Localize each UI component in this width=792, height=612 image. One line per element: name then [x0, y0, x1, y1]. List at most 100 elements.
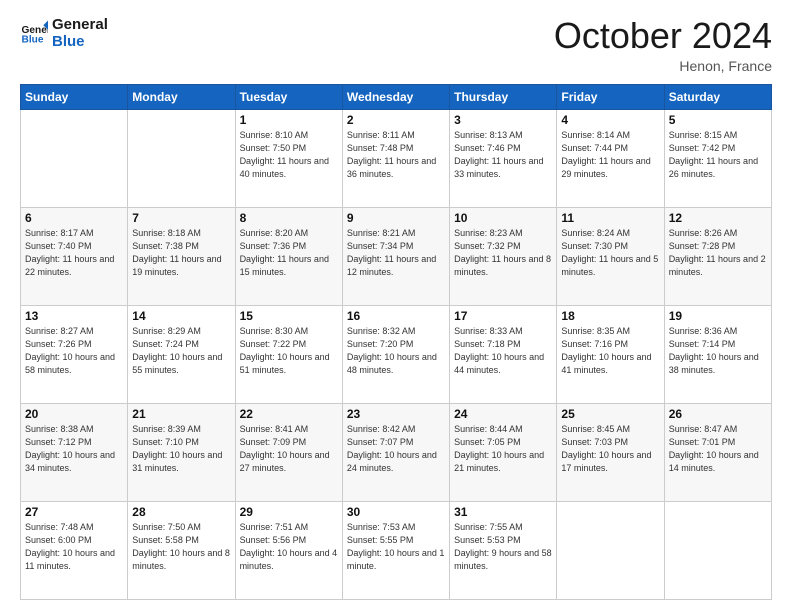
- day-info: Sunrise: 8:10 AM Sunset: 7:50 PM Dayligh…: [240, 129, 338, 181]
- header: General Blue General Blue October 2024 H…: [20, 16, 772, 74]
- calendar-day-cell: 24Sunrise: 8:44 AM Sunset: 7:05 PM Dayli…: [450, 403, 557, 501]
- calendar-week-row: 20 Sunrise: 8:38 AM Sunset: 7:12 PM Dayli…: [21, 403, 772, 501]
- day-number: 13: [25, 309, 123, 323]
- day-info: Sunrise: 8:41 AM Sunset: 7:09 PM Dayligh…: [240, 423, 338, 475]
- calendar-day-cell: 1 Sunrise: 8:10 AM Sunset: 7:50 PM Daylig…: [235, 109, 342, 207]
- svg-text:Blue: Blue: [22, 35, 44, 46]
- calendar-day-cell: 14 Sunrise: 8:29 AM Sunset: 7:24 PM Dayli…: [128, 305, 235, 403]
- calendar-day-cell: 4Sunrise: 8:14 AM Sunset: 7:44 PM Daylig…: [557, 109, 664, 207]
- day-info: Sunrise: 8:39 AM Sunset: 7:10 PM Dayligh…: [132, 423, 230, 475]
- calendar-day-cell: 27 Sunrise: 7:48 AM Sunset: 6:00 PM Dayli…: [21, 501, 128, 599]
- day-info: Sunrise: 8:32 AM Sunset: 7:20 PM Dayligh…: [347, 325, 445, 377]
- calendar-day-cell: 21 Sunrise: 8:39 AM Sunset: 7:10 PM Dayli…: [128, 403, 235, 501]
- day-info: Sunrise: 8:35 AM Sunset: 7:16 PM Dayligh…: [561, 325, 659, 377]
- day-info: Sunrise: 8:26 AM Sunset: 7:28 PM Dayligh…: [669, 227, 767, 279]
- calendar-day-cell: 5 Sunrise: 8:15 AM Sunset: 7:42 PM Daylig…: [664, 109, 771, 207]
- calendar-day-cell: 2 Sunrise: 8:11 AM Sunset: 7:48 PM Daylig…: [342, 109, 449, 207]
- day-number: 2: [347, 113, 445, 127]
- day-number: 27: [25, 505, 123, 519]
- calendar-day-cell: 15 Sunrise: 8:30 AM Sunset: 7:22 PM Dayli…: [235, 305, 342, 403]
- day-number: 15: [240, 309, 338, 323]
- calendar-day-cell: [557, 501, 664, 599]
- calendar-day-cell: 11 Sunrise: 8:24 AM Sunset: 7:30 PM Dayli…: [557, 207, 664, 305]
- location: Henon, France: [554, 58, 772, 74]
- calendar-day-cell: 20 Sunrise: 8:38 AM Sunset: 7:12 PM Dayli…: [21, 403, 128, 501]
- day-number: 1: [240, 113, 338, 127]
- day-number: 14: [132, 309, 230, 323]
- day-info: Sunrise: 8:11 AM Sunset: 7:48 PM Dayligh…: [347, 129, 445, 181]
- logo-general-text: General: [52, 16, 108, 33]
- calendar-day-cell: 16 Sunrise: 8:32 AM Sunset: 7:20 PM Dayli…: [342, 305, 449, 403]
- logo: General Blue General Blue: [20, 16, 108, 51]
- day-info: Sunrise: 8:47 AM Sunset: 7:01 PM Dayligh…: [669, 423, 767, 475]
- calendar-week-row: 1 Sunrise: 8:10 AM Sunset: 7:50 PM Daylig…: [21, 109, 772, 207]
- day-info: Sunrise: 8:45 AM Sunset: 7:03 PM Dayligh…: [561, 423, 659, 475]
- day-number: 6: [25, 211, 123, 225]
- logo-blue-text: Blue: [52, 33, 108, 50]
- calendar-day-cell: 31Sunrise: 7:55 AM Sunset: 5:53 PM Dayli…: [450, 501, 557, 599]
- calendar-day-cell: 18Sunrise: 8:35 AM Sunset: 7:16 PM Dayli…: [557, 305, 664, 403]
- calendar-day-cell: 13Sunrise: 8:27 AM Sunset: 7:26 PM Dayli…: [21, 305, 128, 403]
- col-monday: Monday: [128, 84, 235, 109]
- day-number: 20: [25, 407, 123, 421]
- day-number: 16: [347, 309, 445, 323]
- day-info: Sunrise: 8:20 AM Sunset: 7:36 PM Dayligh…: [240, 227, 338, 279]
- calendar-day-cell: [664, 501, 771, 599]
- day-number: 31: [454, 505, 552, 519]
- day-number: 30: [347, 505, 445, 519]
- calendar-header-row: Sunday Monday Tuesday Wednesday Thursday…: [21, 84, 772, 109]
- day-info: Sunrise: 8:21 AM Sunset: 7:34 PM Dayligh…: [347, 227, 445, 279]
- day-info: Sunrise: 8:13 AM Sunset: 7:46 PM Dayligh…: [454, 129, 552, 181]
- day-number: 21: [132, 407, 230, 421]
- month-title: October 2024: [554, 16, 772, 56]
- day-number: 19: [669, 309, 767, 323]
- calendar-day-cell: 26 Sunrise: 8:47 AM Sunset: 7:01 PM Dayli…: [664, 403, 771, 501]
- day-info: Sunrise: 8:33 AM Sunset: 7:18 PM Dayligh…: [454, 325, 552, 377]
- calendar-day-cell: 7Sunrise: 8:18 AM Sunset: 7:38 PM Daylig…: [128, 207, 235, 305]
- day-number: 26: [669, 407, 767, 421]
- day-info: Sunrise: 8:23 AM Sunset: 7:32 PM Dayligh…: [454, 227, 552, 279]
- calendar-day-cell: [21, 109, 128, 207]
- calendar-day-cell: 29 Sunrise: 7:51 AM Sunset: 5:56 PM Dayli…: [235, 501, 342, 599]
- day-info: Sunrise: 8:36 AM Sunset: 7:14 PM Dayligh…: [669, 325, 767, 377]
- day-info: Sunrise: 8:24 AM Sunset: 7:30 PM Dayligh…: [561, 227, 659, 279]
- day-info: Sunrise: 8:17 AM Sunset: 7:40 PM Dayligh…: [25, 227, 123, 279]
- calendar-day-cell: 19 Sunrise: 8:36 AM Sunset: 7:14 PM Dayli…: [664, 305, 771, 403]
- day-number: 22: [240, 407, 338, 421]
- calendar-day-cell: 25 Sunrise: 8:45 AM Sunset: 7:03 PM Dayli…: [557, 403, 664, 501]
- calendar-day-cell: 22 Sunrise: 8:41 AM Sunset: 7:09 PM Dayli…: [235, 403, 342, 501]
- calendar-day-cell: 23 Sunrise: 8:42 AM Sunset: 7:07 PM Dayli…: [342, 403, 449, 501]
- calendar-day-cell: 28Sunrise: 7:50 AM Sunset: 5:58 PM Dayli…: [128, 501, 235, 599]
- day-info: Sunrise: 8:42 AM Sunset: 7:07 PM Dayligh…: [347, 423, 445, 475]
- day-number: 4: [561, 113, 659, 127]
- col-sunday: Sunday: [21, 84, 128, 109]
- day-info: Sunrise: 7:48 AM Sunset: 6:00 PM Dayligh…: [25, 521, 123, 573]
- day-number: 11: [561, 211, 659, 225]
- calendar-day-cell: 10 Sunrise: 8:23 AM Sunset: 7:32 PM Dayli…: [450, 207, 557, 305]
- day-number: 23: [347, 407, 445, 421]
- day-info: Sunrise: 8:29 AM Sunset: 7:24 PM Dayligh…: [132, 325, 230, 377]
- col-thursday: Thursday: [450, 84, 557, 109]
- day-number: 9: [347, 211, 445, 225]
- day-info: Sunrise: 8:15 AM Sunset: 7:42 PM Dayligh…: [669, 129, 767, 181]
- day-info: Sunrise: 8:44 AM Sunset: 7:05 PM Dayligh…: [454, 423, 552, 475]
- calendar-day-cell: 3 Sunrise: 8:13 AM Sunset: 7:46 PM Daylig…: [450, 109, 557, 207]
- day-info: Sunrise: 7:51 AM Sunset: 5:56 PM Dayligh…: [240, 521, 338, 573]
- day-number: 29: [240, 505, 338, 519]
- calendar-day-cell: 8 Sunrise: 8:20 AM Sunset: 7:36 PM Daylig…: [235, 207, 342, 305]
- day-number: 8: [240, 211, 338, 225]
- day-number: 28: [132, 505, 230, 519]
- day-info: Sunrise: 8:38 AM Sunset: 7:12 PM Dayligh…: [25, 423, 123, 475]
- col-friday: Friday: [557, 84, 664, 109]
- day-number: 3: [454, 113, 552, 127]
- generalblue-logo-icon: General Blue: [20, 19, 48, 47]
- day-info: Sunrise: 8:30 AM Sunset: 7:22 PM Dayligh…: [240, 325, 338, 377]
- calendar-week-row: 6 Sunrise: 8:17 AM Sunset: 7:40 PM Daylig…: [21, 207, 772, 305]
- calendar-table: Sunday Monday Tuesday Wednesday Thursday…: [20, 84, 772, 600]
- day-number: 25: [561, 407, 659, 421]
- calendar-day-cell: 6 Sunrise: 8:17 AM Sunset: 7:40 PM Daylig…: [21, 207, 128, 305]
- col-wednesday: Wednesday: [342, 84, 449, 109]
- calendar-day-cell: [128, 109, 235, 207]
- day-number: 5: [669, 113, 767, 127]
- day-number: 10: [454, 211, 552, 225]
